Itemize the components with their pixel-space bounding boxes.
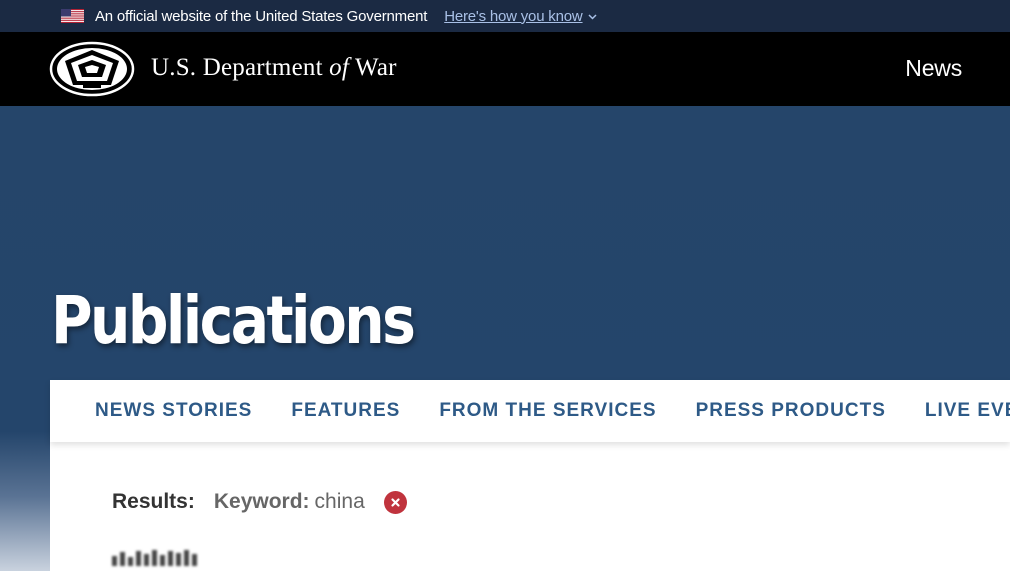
publication-tabs: NEWS STORIES FEATURES FROM THE SERVICES … xyxy=(50,380,1010,442)
keyword-label: Keyword: xyxy=(213,490,310,513)
site-title-pre: U.S. Department xyxy=(151,54,330,81)
official-site-text: An official website of the United States… xyxy=(95,7,428,25)
how-you-know-link[interactable]: Here's how you know xyxy=(444,8,597,25)
keyword-value: china xyxy=(314,490,365,513)
clear-keyword-button[interactable] xyxy=(383,490,407,514)
tab-features[interactable]: FEATURES xyxy=(291,400,400,422)
loading-text-placeholder xyxy=(112,548,198,566)
site-header: U.S. Department of War News xyxy=(0,32,1010,106)
site-title-of: of xyxy=(329,54,350,81)
results-label: Results: xyxy=(112,490,195,513)
gov-banner: An official website of the United States… xyxy=(0,0,1010,32)
site-title-post: War xyxy=(349,54,397,81)
tab-from-the-services[interactable]: FROM THE SERVICES xyxy=(439,400,656,422)
tab-press-products[interactable]: PRESS PRODUCTS xyxy=(696,400,886,422)
how-you-know-label: Here's how you know xyxy=(444,7,583,25)
us-flag-icon xyxy=(61,9,84,23)
site-title[interactable]: U.S. Department of War xyxy=(151,54,397,82)
nav-news-link[interactable]: News xyxy=(905,55,962,82)
tab-live-events[interactable]: LIVE EVENTS xyxy=(925,400,1010,422)
chevron-down-icon xyxy=(588,13,597,20)
pentagon-seal-icon[interactable] xyxy=(49,41,135,97)
tab-news-stories[interactable]: NEWS STORIES xyxy=(95,400,252,422)
page-title: Publications xyxy=(51,282,416,359)
results-filter: Results: Keyword: china xyxy=(112,490,407,514)
content-panel: NEWS STORIES FEATURES FROM THE SERVICES … xyxy=(50,380,1010,571)
close-icon xyxy=(391,497,400,507)
